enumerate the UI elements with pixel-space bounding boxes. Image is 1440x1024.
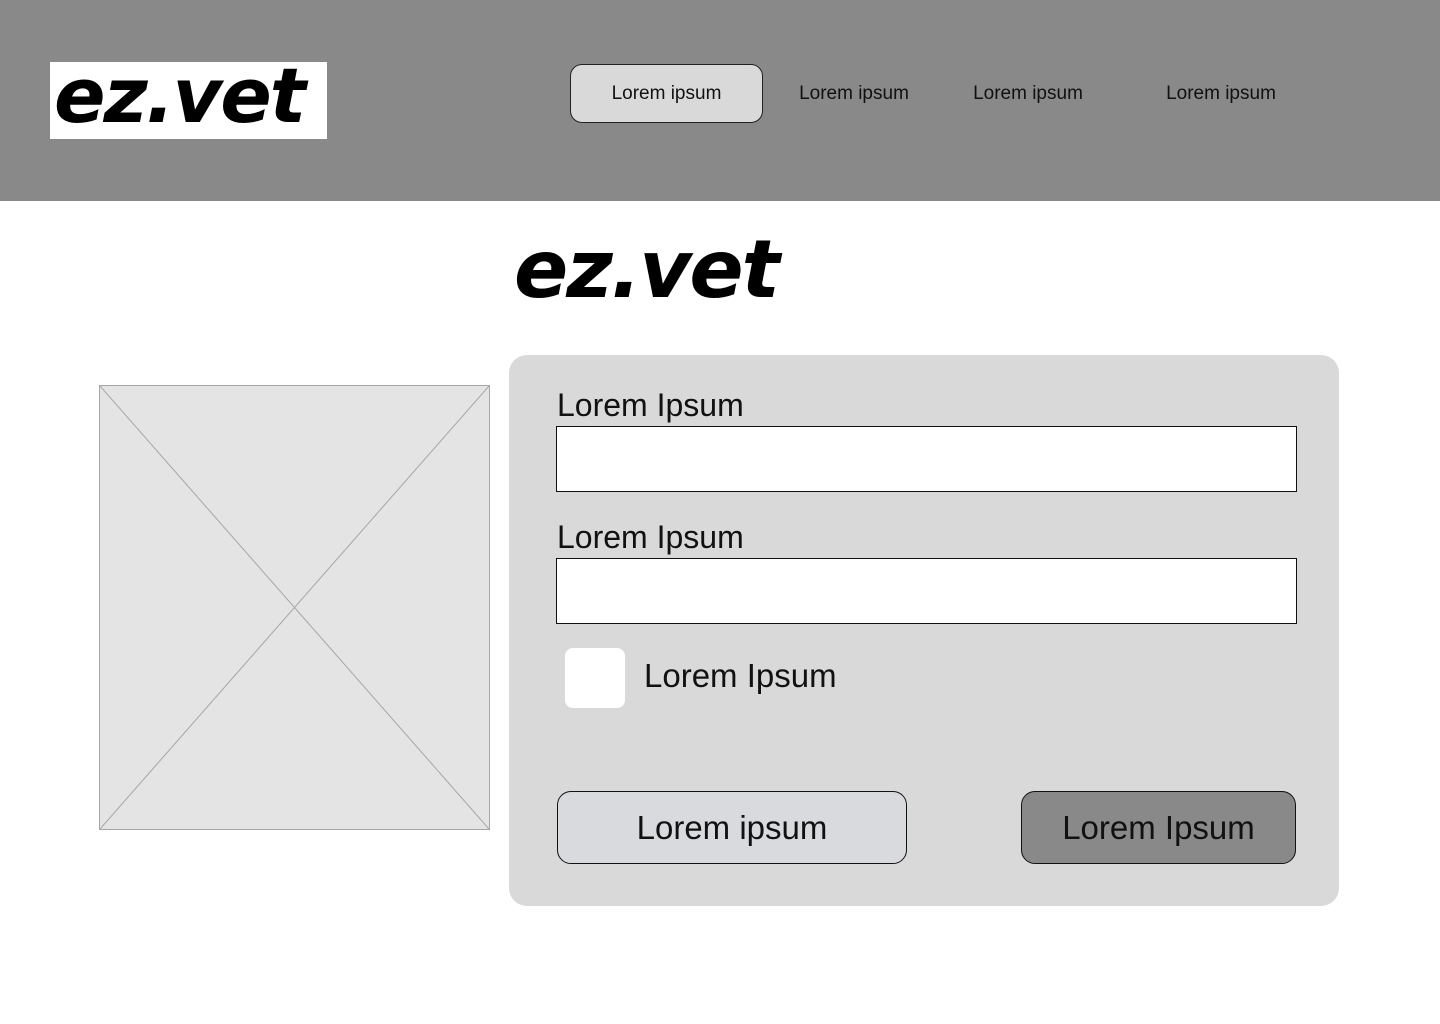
primary-button[interactable]: Lorem Ipsum [1021,791,1296,864]
header-logo-text: ez.vet [54,62,306,139]
field-1-input[interactable] [556,426,1297,492]
nav-item-3[interactable]: Lorem ipsum [952,64,1104,123]
field-1-label: Lorem Ipsum [557,387,744,423]
secondary-button[interactable]: Lorem ipsum [557,791,907,864]
image-placeholder-icon [100,386,489,829]
main-logo: ez.vet [512,226,792,316]
nav-item-2[interactable]: Lorem ipsum [778,64,930,123]
checkbox-label: Lorem Ipsum [644,657,837,694]
nav-item-1[interactable]: Lorem ipsum [570,64,763,123]
remember-checkbox[interactable] [565,648,625,708]
field-2-input[interactable] [556,558,1297,624]
nav-item-4[interactable]: Lorem ipsum [1145,64,1297,123]
main-logo-text: ez.vet [514,226,780,316]
field-2-label: Lorem Ipsum [557,519,744,555]
header-bar: ez.vet Lorem ipsum Lorem ipsum Lorem ips… [0,0,1440,201]
image-placeholder [99,385,490,830]
header-logo[interactable]: ez.vet [50,62,327,139]
login-form-card: Lorem Ipsum Lorem Ipsum Lorem Ipsum Lore… [509,355,1339,906]
